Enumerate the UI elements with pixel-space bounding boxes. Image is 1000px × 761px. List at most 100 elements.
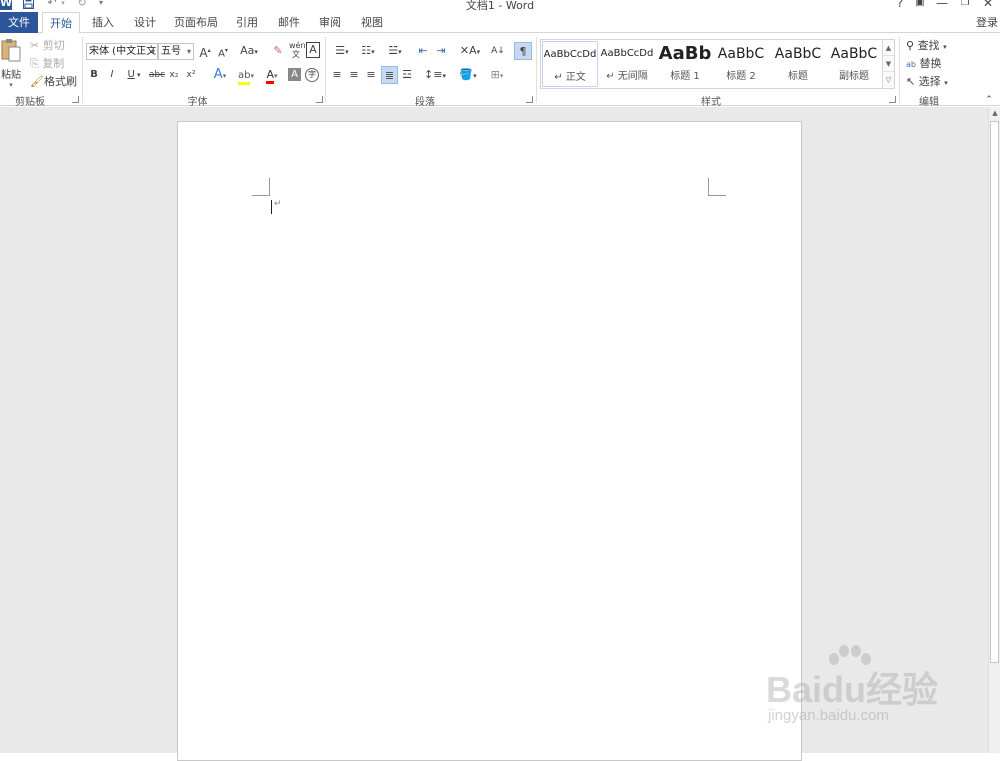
margin-corner-top-left [252, 178, 270, 196]
ribbon-display-options-button[interactable]: ▣ [910, 0, 930, 10]
align-center-button[interactable]: ≡ [347, 66, 361, 84]
maximize-button[interactable]: ❐ [955, 0, 975, 10]
format-painter-button[interactable]: 🖌格式刷 [30, 73, 78, 91]
more-styles-icon[interactable]: ▽ [883, 72, 894, 88]
tab-page-layout[interactable]: 页面布局 [170, 12, 222, 33]
paragraph-dialog-launcher[interactable] [526, 96, 533, 103]
styles-gallery-scroll: ▲ ▼ ▽ [882, 40, 894, 88]
scrollbar-thumb[interactable] [990, 121, 999, 663]
paste-button[interactable]: 粘贴 ▾ [0, 37, 22, 89]
character-shading-button[interactable]: A [288, 68, 301, 81]
cut-button[interactable]: ✂ 剪切 [30, 37, 70, 55]
document-page[interactable]: ↵ [177, 121, 802, 761]
change-case-icon: Aa [240, 44, 255, 57]
shading-button[interactable]: 🪣▾ [455, 66, 481, 84]
tab-mailings[interactable]: 邮件 [272, 12, 306, 33]
distributed-button[interactable]: ☲ [399, 66, 415, 84]
font-size-combo[interactable]: 五号 ▾ [158, 43, 194, 60]
phonetic-guide-button[interactable]: wén 文 [289, 41, 306, 59]
underline-button[interactable]: U ▾ [122, 66, 146, 84]
justify-button[interactable]: ≣ [381, 66, 398, 84]
replace-button[interactable]: ab 替换 [906, 55, 956, 73]
paragraph-group-label: 段落 [415, 97, 435, 108]
numbering-button[interactable]: ☷▾ [356, 42, 380, 60]
scroll-up-icon[interactable]: ▲ [883, 40, 894, 56]
subscript-button[interactable]: x₂ [167, 66, 181, 84]
clipboard-dialog-launcher[interactable] [72, 96, 79, 103]
style-preview: AaBbCcDd [600, 48, 654, 59]
style-preview: AaBb [658, 43, 712, 64]
style-heading-1[interactable]: AaBb 标题 1 [657, 41, 713, 87]
highlight-button[interactable]: ab▾ [234, 66, 258, 85]
decrease-indent-button[interactable]: ⇤ [415, 42, 431, 60]
borders-button[interactable]: ⊞▾ [484, 66, 510, 84]
minimize-button[interactable]: — [932, 0, 952, 10]
tab-design[interactable]: 设计 [128, 12, 162, 33]
bullets-icon: ☰ [335, 44, 346, 57]
text-effects-button[interactable]: A▾ [208, 66, 232, 84]
styles-gallery: AaBbCcDd ↵ 正文 AaBbCcDd ↵ 无间隔 AaBb 标题 1 A… [540, 39, 895, 89]
select-button[interactable]: ↖ 选择 ▾ [906, 73, 956, 91]
justify-icon: ≣ [384, 69, 395, 82]
align-left-button[interactable]: ≡ [330, 66, 344, 84]
align-right-button[interactable]: ≡ [364, 66, 378, 84]
style-normal[interactable]: AaBbCcDd ↵ 正文 [542, 41, 598, 87]
font-name-combo[interactable]: 宋体 (中文正文 ▾ [86, 43, 158, 60]
strikethrough-button[interactable]: abc [148, 66, 166, 84]
pilcrow-icon: ¶ [519, 45, 527, 58]
tab-home[interactable]: 开始 [42, 12, 80, 34]
text-effects-icon: A [213, 67, 223, 82]
italic-button[interactable]: I [105, 66, 119, 84]
sign-in-link[interactable]: 登录 [976, 12, 998, 33]
vertical-scrollbar[interactable]: ▲ [988, 107, 1000, 753]
increase-indent-button[interactable]: ⇥ [433, 42, 449, 60]
font-color-button[interactable]: A▾ [260, 66, 284, 84]
style-no-spacing[interactable]: AaBbCcDd ↵ 无间隔 [599, 41, 655, 87]
multilevel-list-icon: ☱ [388, 44, 399, 57]
title-bar: W ↶ ▾ ↻ ▾ 文档1 - Word ? ▣ — ❐ ✕ [0, 0, 1000, 12]
enclose-characters-button[interactable]: 字 [305, 68, 319, 82]
scroll-up-arrow-icon[interactable]: ▲ [990, 109, 1000, 117]
copy-button[interactable]: ⎘ 复制 [30, 55, 70, 73]
line-spacing-button[interactable]: ↕≡▾ [423, 66, 447, 84]
multilevel-list-button[interactable]: ☱▾ [383, 42, 407, 60]
tab-file[interactable]: 文件 [0, 12, 38, 33]
paste-label: 粘贴 [1, 70, 21, 81]
character-shading-icon: A [291, 69, 298, 80]
clipboard-group-label: 剪贴板 [15, 97, 45, 108]
tab-review[interactable]: 审阅 [313, 12, 347, 33]
chinese-layout-icon: ✕A [459, 44, 477, 57]
chinese-layout-button[interactable]: ✕A▾ [457, 42, 483, 60]
copy-icon: ⎘ [30, 57, 39, 70]
tab-view[interactable]: 视图 [355, 12, 389, 33]
scroll-down-icon[interactable]: ▼ [883, 56, 894, 72]
help-button[interactable]: ? [890, 0, 910, 10]
show-hide-marks-button[interactable]: ¶ [514, 42, 532, 60]
sort-button[interactable]: A↓ [490, 42, 506, 60]
highlighter-icon: ab [238, 70, 251, 85]
styles-dialog-launcher[interactable] [889, 96, 896, 103]
clear-formatting-button[interactable]: ✎ [270, 42, 286, 60]
superscript-button[interactable]: x² [184, 66, 198, 84]
tab-insert[interactable]: 插入 [86, 12, 120, 33]
style-heading-2[interactable]: AaBbC 标题 2 [713, 41, 769, 87]
character-border-icon: A [309, 43, 317, 56]
phonetic-guide-icon: wén 文 [289, 41, 306, 59]
group-divider [325, 37, 326, 103]
font-dialog-launcher[interactable] [316, 96, 323, 103]
character-border-button[interactable]: A [306, 42, 320, 58]
replace-icon: ab [906, 60, 916, 69]
change-case-button[interactable]: Aa▾ [237, 42, 261, 60]
tab-references[interactable]: 引用 [230, 12, 264, 33]
grow-font-button[interactable]: A▴ [198, 42, 212, 60]
style-name: 标题 [788, 71, 808, 82]
style-title[interactable]: AaBbC 标题 [770, 41, 826, 87]
align-left-icon: ≡ [332, 68, 342, 81]
find-button[interactable]: ⚲ 查找 ▾ [906, 37, 956, 55]
align-center-icon: ≡ [349, 68, 359, 81]
bold-button[interactable]: B [87, 66, 101, 84]
style-subtitle[interactable]: AaBbC 副标题 [826, 41, 882, 87]
close-button[interactable]: ✕ [978, 0, 998, 10]
bullets-button[interactable]: ☰▾ [330, 42, 354, 60]
shrink-font-button[interactable]: A▾ [216, 42, 230, 60]
